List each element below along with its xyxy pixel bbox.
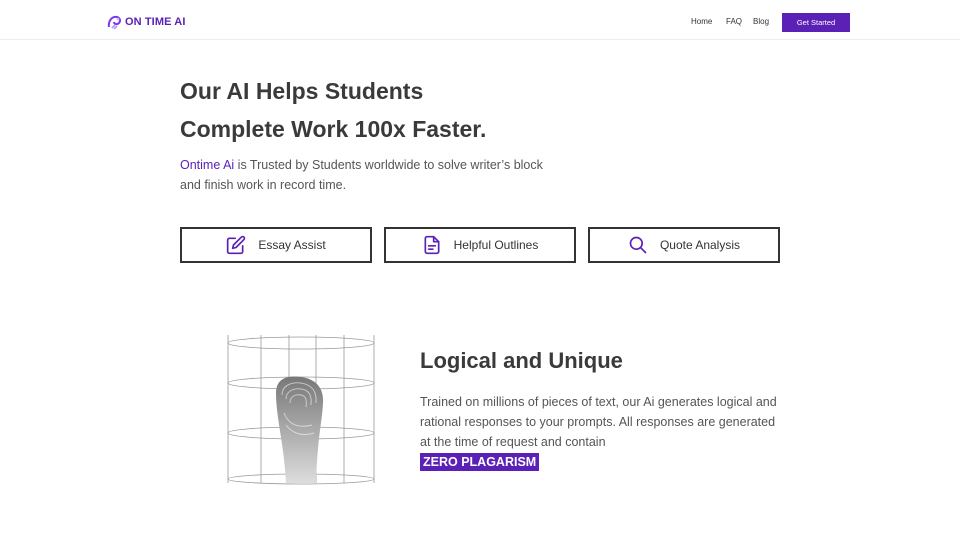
hero-brand-name: Ontime Ai — [180, 158, 235, 172]
pencil-square-icon — [227, 235, 246, 255]
document-icon — [424, 235, 440, 255]
hero-title-line2: Complete Work 100x Faster. — [180, 116, 487, 142]
search-icon — [629, 236, 647, 254]
logo[interactable]: ON TIME AI — [106, 12, 185, 32]
hero-title: Our AI Helps Students Complete Work 100x… — [180, 72, 600, 148]
get-started-button[interactable]: Get Started — [782, 13, 850, 32]
site-header: ON TIME AI Home FAQ Blog Get Started — [0, 0, 960, 40]
zero-plagiarism-badge: ZERO PLAGARISM — [420, 453, 540, 471]
logo-icon — [107, 15, 122, 30]
quote-analysis-button[interactable]: Quote Analysis — [588, 227, 780, 263]
fingerprint-illustration — [227, 335, 375, 485]
logo-text: ON TIME AI — [125, 16, 186, 28]
nav-blog-link[interactable]: Blog — [753, 17, 769, 26]
section-title: Logical and Unique — [420, 348, 623, 373]
quote-analysis-label: Quote Analysis — [659, 238, 741, 252]
hero-subtitle: Ontime Ai is Trusted by Students worldwi… — [180, 155, 560, 195]
helpful-outlines-label: Helpful Outlines — [453, 238, 539, 252]
essay-assist-label: Essay Assist — [258, 238, 326, 252]
hero-subtitle-text: is Trusted by Students worldwide to solv… — [180, 158, 543, 192]
section-body: Trained on millions of pieces of text, o… — [420, 392, 780, 472]
section-body-text: Trained on millions of pieces of text, o… — [420, 395, 777, 449]
nav-home-link[interactable]: Home — [691, 17, 712, 26]
nav-faq-link[interactable]: FAQ — [726, 17, 742, 26]
essay-assist-button[interactable]: Essay Assist — [180, 227, 372, 263]
hero-title-line1: Our AI Helps Students — [180, 78, 424, 104]
helpful-outlines-button[interactable]: Helpful Outlines — [384, 227, 576, 263]
